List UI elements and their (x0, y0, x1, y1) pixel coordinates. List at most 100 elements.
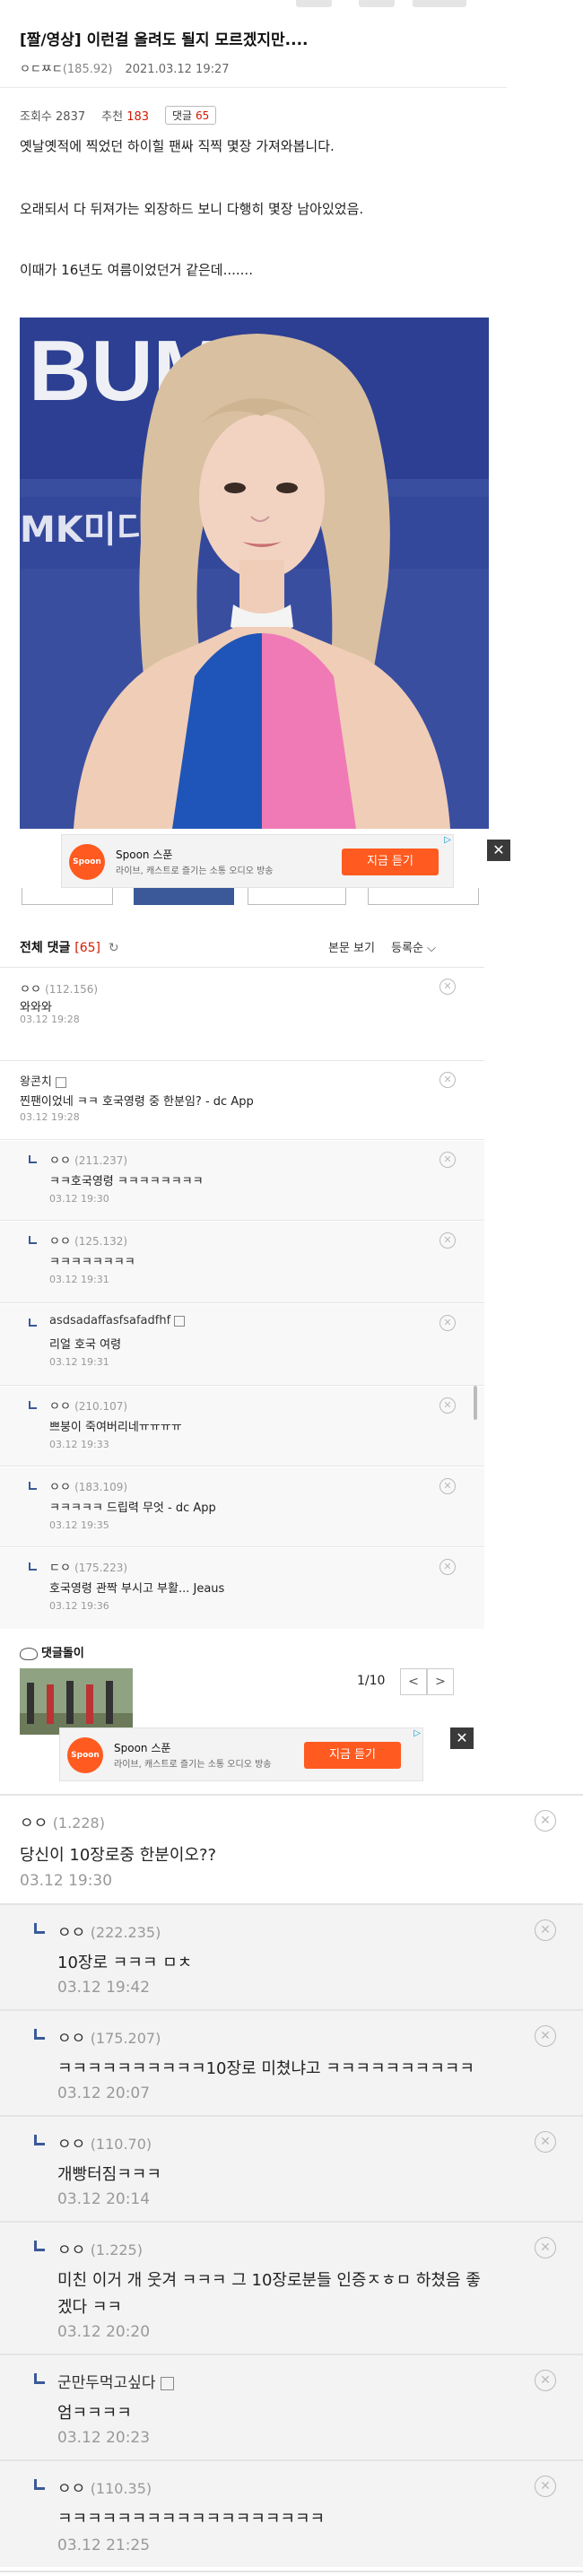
comment-date: 03.12 19:35 (49, 1519, 109, 1531)
delete-icon[interactable]: ✕ (439, 1072, 456, 1088)
next-button[interactable]: > (427, 1668, 454, 1695)
comment-date: 03.12 20:20 (57, 2323, 151, 2341)
reply-arrow-icon (34, 2241, 45, 2251)
delete-icon[interactable]: ✕ (439, 979, 456, 995)
ad-inner: Spoon Spoon 스푼 라이브, 캐스트로 즐기는 소통 오디오 방송 지… (61, 834, 454, 888)
comment-nick[interactable]: ㅇㅇ (1.228) (20, 1810, 105, 1832)
delete-icon[interactable]: ✕ (535, 2025, 556, 2047)
ad-close-button[interactable]: ✕ (487, 840, 510, 861)
ad-name: Spoon 스푼 (114, 1742, 171, 1754)
delete-icon[interactable]: ✕ (439, 1559, 456, 1575)
comment-nick[interactable]: ㅇㅇ (1.225) (57, 2237, 143, 2259)
delete-icon[interactable]: ✕ (535, 2370, 556, 2391)
views-label: 조회수 (20, 110, 52, 124)
nick-ip: (211.237) (74, 1154, 128, 1167)
delete-icon[interactable]: ✕ (439, 1152, 456, 1168)
photo-illustration: BUMI MK미디 (20, 318, 489, 829)
ad-cta-button[interactable]: 지금 듣기 (342, 849, 439, 875)
reply-item: ㅇㅇ (110.35) ㅋㅋㅋㅋㅋㅋㅋㅋㅋㅋㅋㅋㅋㅋㅋㅋㅋㅋ 03.12 21:… (0, 2461, 583, 2567)
delete-icon[interactable]: ✕ (439, 1478, 456, 1494)
reply-arrow-icon (34, 2373, 45, 2384)
comment-item: ㅇㅇ (1.228) 당신이 10장로중 한분이오?? 03.12 19:30 … (0, 1796, 583, 1912)
comment-nick[interactable]: ㅇㅇ (110.35) (57, 2476, 152, 2498)
dolgul-label-text: 댓글돌이 (41, 1647, 84, 1660)
adchoice-icon[interactable]: ▷ (444, 835, 451, 845)
reply-arrow-icon (29, 1318, 37, 1327)
comment-nick[interactable]: 왕콘치 (20, 1072, 67, 1089)
delete-icon[interactable]: ✕ (439, 1315, 456, 1331)
delete-icon[interactable]: ✕ (535, 1919, 556, 1941)
action-button-active[interactable] (134, 888, 234, 905)
nick-ip: (110.70) (90, 2136, 152, 2153)
nick-text: asdsadaffasfsafadfhf (49, 1314, 171, 1327)
nick-text: ㄷㅇ (49, 1562, 71, 1575)
reply-arrow-icon (29, 1482, 37, 1490)
reply-arrow-icon (34, 1923, 45, 1934)
delete-icon[interactable]: ✕ (439, 1232, 456, 1249)
comment-date: 03.12 20:07 (57, 2084, 151, 2102)
reply-arrow-icon (29, 1236, 37, 1244)
nick-text: ㅇㅇ (57, 2136, 86, 2154)
comment-date: 03.12 21:25 (57, 2537, 151, 2554)
ad-close-button[interactable]: ✕ (450, 1727, 474, 1749)
dolgul-pager: 1/10 (357, 1674, 386, 1688)
reply-arrow-icon (34, 2479, 45, 2490)
reply-arrow-icon (34, 2135, 45, 2145)
comment-text: ㅋㅋ호국영령 ㅋㅋㅋㅋㅋㅋㅋㅋ (49, 1175, 204, 1188)
nick-ip: (175.207) (90, 2030, 161, 2047)
reply-item: ㄷㅇ (175.223) 호국영령 관짝 부시고 부활... Jeaus 03.… (0, 1548, 484, 1629)
dolgul-thumbnail[interactable] (20, 1668, 133, 1735)
comment-nick[interactable]: ㅇㅇ (211.237) (49, 1151, 127, 1168)
scrollbar-thumb[interactable] (474, 1386, 477, 1420)
comment-nick[interactable]: ㄷㅇ (175.223) (49, 1558, 127, 1575)
delete-icon[interactable]: ✕ (535, 1810, 556, 1832)
ad-banner[interactable]: Spoon Spoon 스푼 라이브, 캐스트로 즐기는 소통 오디오 방송 지… (59, 834, 454, 888)
reply-item: ㅇㅇ (222.235) 10장로 ㅋㅋㅋ ㅁㅊ 03.12 19:42 ✕ (0, 1905, 583, 2009)
author-nick[interactable]: ㅇㄷㅉㄷ (20, 63, 63, 76)
photo-sign-2: MK미디 (20, 509, 149, 551)
ad-logo: Spoon (67, 1737, 103, 1773)
action-button[interactable] (248, 888, 346, 905)
comment-nick[interactable]: ㅇㅇ (210.107) (49, 1397, 127, 1414)
view-body-link[interactable]: 본문 보기 (328, 942, 375, 955)
comment-nick[interactable]: ㅇㅇ (222.235) (57, 1919, 161, 1942)
reply-arrow-icon (29, 1562, 37, 1571)
comment-text: ㅋㅋㅋㅋㅋㅋㅋㅋㅋㅋ10장로 미쳤냐고 ㅋㅋㅋㅋㅋㅋㅋㅋㅋㅋ (57, 2059, 474, 2078)
nick-text: 왕콘치 (20, 1075, 52, 1089)
recommend-count: 183 (126, 110, 150, 124)
ad-banner[interactable]: Spoon Spoon 스푼 라이브, 캐스트로 즐기는 소통 오디오 방송 지… (59, 1727, 423, 1781)
delete-icon[interactable]: ✕ (535, 2476, 556, 2497)
author-ip: (185.92) (62, 63, 113, 76)
comment-nick[interactable]: ㅇㅇ (110.70) (57, 2131, 152, 2154)
comment-nick[interactable]: ㅇㅇ (183.109) (49, 1477, 127, 1494)
delete-icon[interactable]: ✕ (535, 2131, 556, 2153)
ad-cta-button[interactable]: 지금 듣기 (304, 1742, 401, 1769)
nick-ip: (183.109) (74, 1481, 128, 1493)
comment-nick[interactable]: ㅇㅇ (125.132) (49, 1231, 127, 1249)
nick-ip: (112.156) (45, 983, 99, 996)
action-button[interactable] (22, 888, 113, 905)
reply-item: 군만두먹고싶다 엄ㅋㅋㅋㅋ 03.12 20:23 ✕ (0, 2355, 583, 2459)
sort-dropdown[interactable]: 등록순 ⌵ (391, 942, 436, 955)
divider (0, 1302, 484, 1303)
action-button[interactable] (368, 888, 479, 905)
post-stats: 조회수 2837 추천 183 댓글 65 (20, 106, 217, 125)
body-paragraph: 오래되서 다 뒤져가는 외장하드 보니 다행히 몇장 남아있었음. (20, 201, 364, 217)
comment-nick[interactable]: 군만두먹고싶다 (57, 2370, 174, 2392)
top-tab (413, 0, 466, 7)
prev-button[interactable]: < (400, 1668, 427, 1695)
divider (0, 2571, 583, 2572)
delete-icon[interactable]: ✕ (439, 1397, 456, 1414)
adchoice-icon[interactable]: ▷ (413, 1728, 421, 1738)
comments-badge[interactable]: 댓글 65 (165, 106, 217, 125)
refresh-icon[interactable]: ↻ (109, 941, 119, 955)
comments-label: 댓글 (172, 109, 193, 122)
comment-nick[interactable]: ㅇㅇ (112.156) (20, 979, 98, 996)
comment-nick[interactable]: asdsadaffasfsafadfhf (49, 1314, 186, 1327)
comment-text: ㅋㅋㅋㅋㅋㅋㅋㅋ (49, 1256, 135, 1269)
nick-text: ㅇㅇ (57, 1924, 86, 1942)
reply-item: ㅇㅇ (125.132) ㅋㅋㅋㅋㅋㅋㅋㅋ 03.12 19:31 ✕ (0, 1222, 484, 1302)
comment-nick[interactable]: ㅇㅇ (175.207) (57, 2025, 161, 2048)
comment-date: 03.12 20:23 (57, 2429, 151, 2447)
delete-icon[interactable]: ✕ (535, 2237, 556, 2258)
